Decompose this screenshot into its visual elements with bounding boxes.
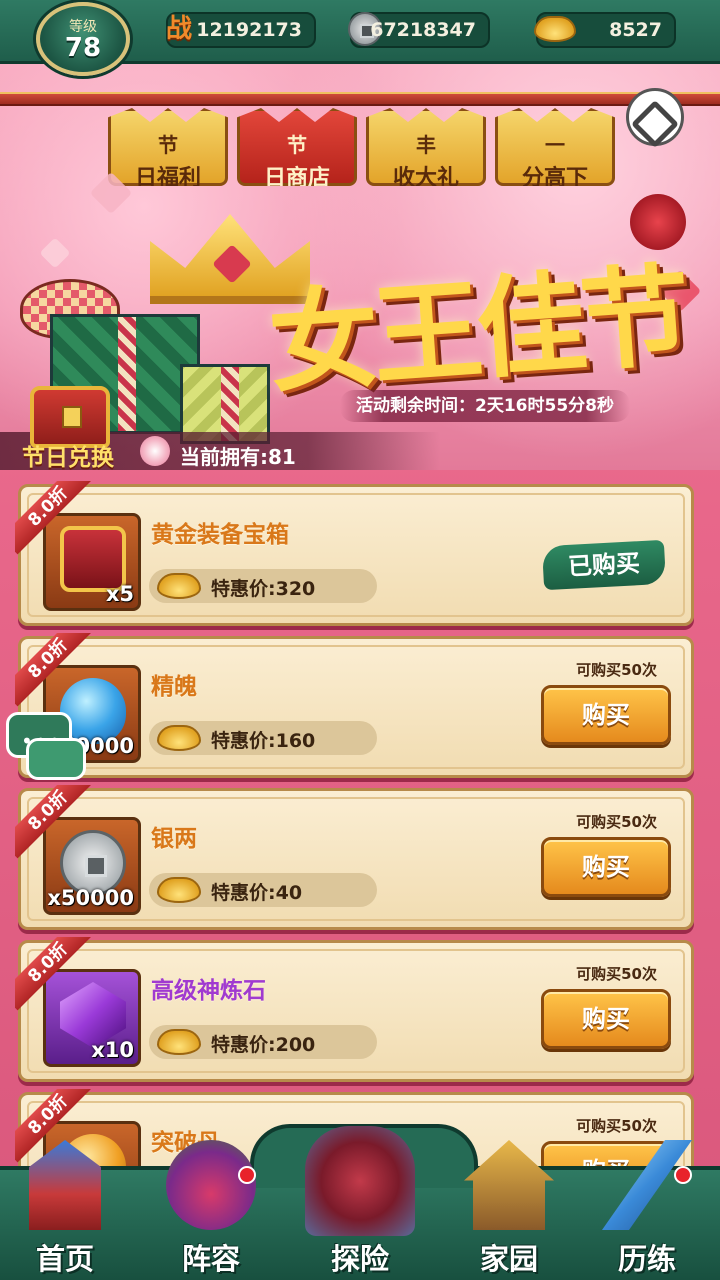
combat-power-display: 战 12192173 [166, 12, 316, 48]
price-pill: 特惠价:40 [149, 873, 377, 907]
price-pill: 特惠价:200 [149, 1025, 377, 1059]
discount-tag: 8.0折 [15, 937, 95, 1017]
item-name: 精魄 [151, 674, 197, 700]
nav-homestead[interactable]: 家园 [444, 1140, 574, 1280]
buy-button[interactable]: 购买 [541, 837, 671, 897]
close-button[interactable] [613, 75, 697, 159]
nav-training[interactable]: 历练 [582, 1140, 712, 1280]
shop-item-silver: 8.0折 x50000 银两 特惠价:40 可购买50次 购买 [15, 785, 694, 930]
purchase-limit: 可购买50次 [576, 661, 657, 679]
item-quantity: x10 [91, 1038, 134, 1062]
discount-tag: 8.0折 [15, 1089, 95, 1169]
silver-value: 67218347 [370, 19, 476, 41]
banner-ribbon [0, 92, 720, 106]
shop-item-refining-stone: 8.0折 x10 高级神炼石 特惠价:200 可购买50次 购买 [15, 937, 694, 1082]
festival-banner: 节 日福利 节 日商店 丰 收大礼 一 分高下 女王佳节 活动剩余时间：2天16… [0, 64, 720, 470]
heart-decoration-icon [39, 237, 71, 269]
buy-button[interactable]: 购买 [541, 989, 671, 1049]
tab-label-line2: 日福利 [134, 166, 201, 191]
tab-compete[interactable]: 一 分高下 [495, 108, 615, 186]
silver-display[interactable]: 67218347 [348, 12, 490, 48]
gold-value: 8527 [609, 19, 662, 41]
notification-dot-icon [238, 1166, 256, 1184]
combat-power-value: 12192173 [196, 19, 302, 41]
purchase-limit: 可购买50次 [576, 813, 657, 831]
buy-button[interactable]: 购买 [541, 685, 671, 745]
event-title: 女王佳节 [264, 250, 689, 409]
item-price: 特惠价:40 [211, 882, 303, 904]
owned-count: 当前拥有:81 [180, 445, 296, 469]
nav-label: 探险 [330, 1242, 389, 1276]
discount-tag: 8.0折 [15, 481, 95, 561]
tab-label-line1: 节 [287, 133, 307, 157]
chat-button[interactable]: ••• [6, 712, 88, 782]
tab-label-line1: 一 [545, 133, 565, 157]
price-pill: 特惠价:160 [149, 721, 377, 755]
exchange-label: 节日兑换 [22, 445, 114, 470]
nav-label: 家园 [479, 1242, 538, 1276]
purchased-badge: 已购买 [541, 539, 667, 591]
flower-currency-icon [140, 436, 170, 466]
item-price: 特惠价:200 [211, 1034, 316, 1056]
discount-label: 8.0折 [15, 481, 95, 555]
discount-label: 8.0折 [15, 785, 95, 859]
sword-icon [602, 1140, 692, 1230]
gold-display[interactable]: 8527 [534, 12, 676, 48]
tab-label-line1: 节 [158, 133, 178, 157]
purchase-limit: 可购买50次 [576, 965, 657, 983]
player-level-badge[interactable]: 等级 78 [36, 2, 130, 76]
notification-dot-icon [674, 1166, 692, 1184]
portal-icon [305, 1126, 415, 1236]
tab-label-line2: 日商店 [263, 166, 330, 191]
nav-label: 历练 [617, 1242, 676, 1276]
bottom-navigation: 首页 阵容 探险 家园 历练 [0, 1124, 720, 1280]
gold-ingot-icon [157, 1029, 201, 1055]
price-pill: 特惠价:320 [149, 569, 377, 603]
nav-label: 阵容 [181, 1242, 240, 1276]
shop-item-spirit-essence: 8.0折 x50000 精魄 特惠价:160 可购买50次 购买 [15, 633, 694, 778]
item-quantity: x5 [105, 582, 134, 606]
discount-tag: 8.0折 [15, 785, 95, 865]
nav-adventure[interactable]: 探险 [295, 1126, 425, 1280]
combat-power-icon: 战 [166, 14, 193, 44]
house-icon [464, 1140, 554, 1230]
item-name: 高级神炼石 [151, 978, 266, 1004]
discount-label: 8.0折 [15, 633, 95, 707]
purchase-limit: 可购买50次 [576, 1117, 657, 1135]
tab-label-line2: 收大礼 [392, 166, 459, 191]
tab-holiday-welfare[interactable]: 节 日福利 [108, 108, 228, 186]
tab-label-line2: 分高下 [521, 166, 588, 191]
tab-label-line1: 丰 [416, 133, 436, 157]
discount-label: 8.0折 [15, 937, 95, 1011]
event-countdown: 活动剩余时间：2天16时55分8秒 [340, 390, 630, 422]
gold-ingot-icon [157, 877, 201, 903]
item-name: 黄金装备宝箱 [151, 522, 289, 548]
discount-label: 8.0折 [15, 1089, 95, 1163]
gold-ingot-icon [157, 725, 201, 751]
shop-list[interactable]: 8.0折 x5 黄金装备宝箱 特惠价:320 已购买 8.0折 x50000 精… [0, 470, 720, 1170]
gold-ingot-icon [157, 573, 201, 599]
item-price: 特惠价:320 [211, 578, 316, 600]
nav-lineup[interactable]: 阵容 [146, 1140, 276, 1280]
item-name: 银两 [151, 826, 197, 852]
item-quantity: x50000 [47, 886, 134, 910]
nav-label: 首页 [35, 1242, 94, 1276]
chat-bubble-front [26, 738, 86, 780]
level-value: 78 [64, 33, 102, 63]
tab-holiday-shop[interactable]: 节 日商店 [237, 108, 357, 186]
tab-harvest-gift[interactable]: 丰 收大礼 [366, 108, 486, 186]
discount-tag: 8.0折 [15, 633, 95, 713]
gold-ingot-icon [534, 16, 576, 42]
shop-item-golden-chest: 8.0折 x5 黄金装备宝箱 特惠价:320 已购买 [15, 481, 694, 626]
gourd-team-icon [166, 1140, 256, 1230]
item-price: 特惠价:160 [211, 730, 316, 752]
